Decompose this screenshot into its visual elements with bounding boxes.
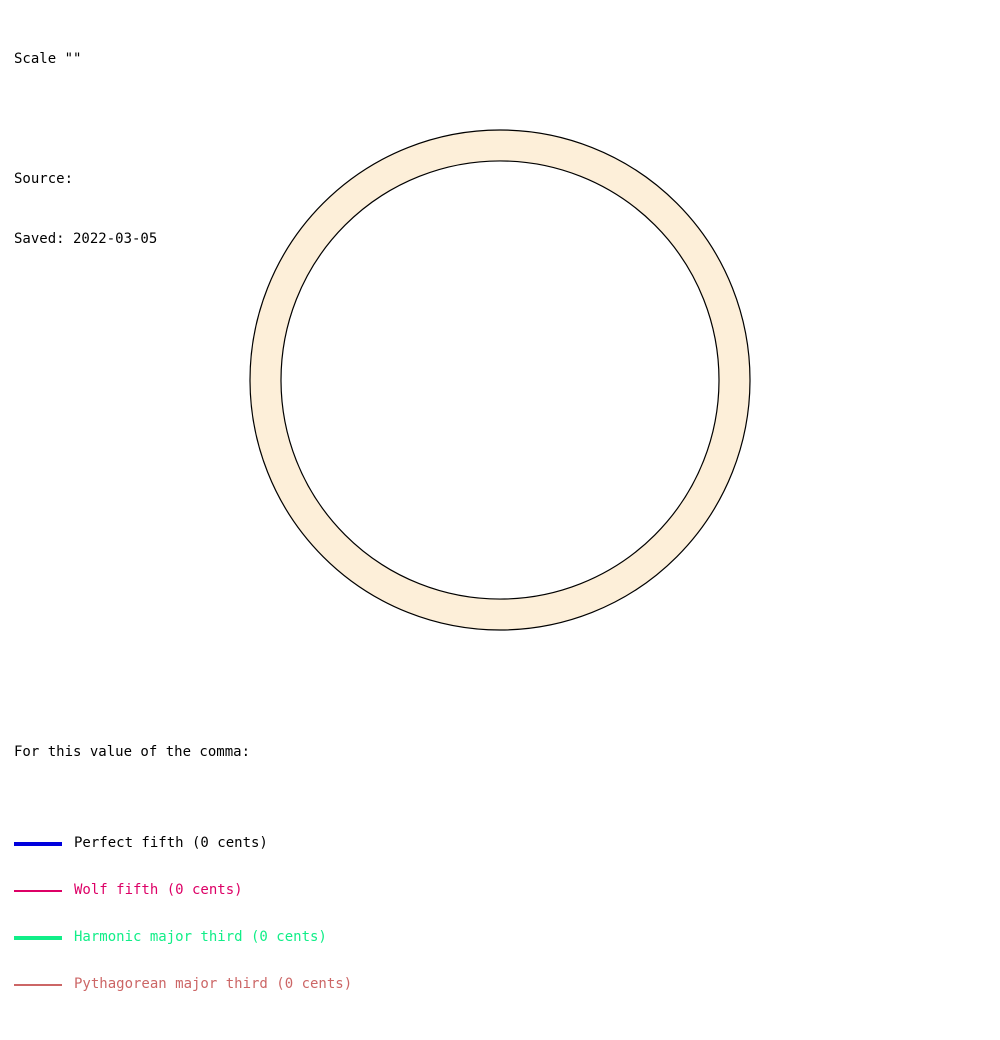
- fifths-ring: [249, 129, 751, 631]
- legend-label-harmonic-major-third: Harmonic major third (0 cents): [74, 929, 327, 945]
- comma-legend: For this value of the comma: Perfect fif…: [14, 710, 352, 1040]
- legend-swatch-wolf-fifth: [14, 889, 62, 892]
- legend-label-pythagorean-major-third: Pythagorean major third (0 cents): [74, 976, 353, 992]
- legend-list: Perfect fifth (0 cents) Wolf fifth (0 ce…: [14, 804, 352, 1024]
- legend-label-wolf-fifth: Wolf fifth (0 cents): [74, 882, 243, 898]
- legend-swatch-pythagorean-major-third: [14, 983, 62, 986]
- legend-swatch-perfect-fifth: [14, 841, 62, 846]
- legend-swatch-harmonic-major-third: [14, 935, 62, 940]
- legend-item-harmonic-major-third: Harmonic major third (0 cents): [14, 930, 352, 945]
- legend-item-perfect-fifth: Perfect fifth (0 cents): [14, 836, 352, 851]
- legend-item-pythagorean-major-third: Pythagorean major third (0 cents): [14, 977, 352, 992]
- legend-label-perfect-fifth: Perfect fifth (0 cents): [74, 835, 268, 851]
- legend-title: For this value of the comma:: [14, 744, 251, 760]
- legend-item-wolf-fifth: Wolf fifth (0 cents): [14, 883, 352, 898]
- circle-of-fifths-diagram: [249, 129, 751, 631]
